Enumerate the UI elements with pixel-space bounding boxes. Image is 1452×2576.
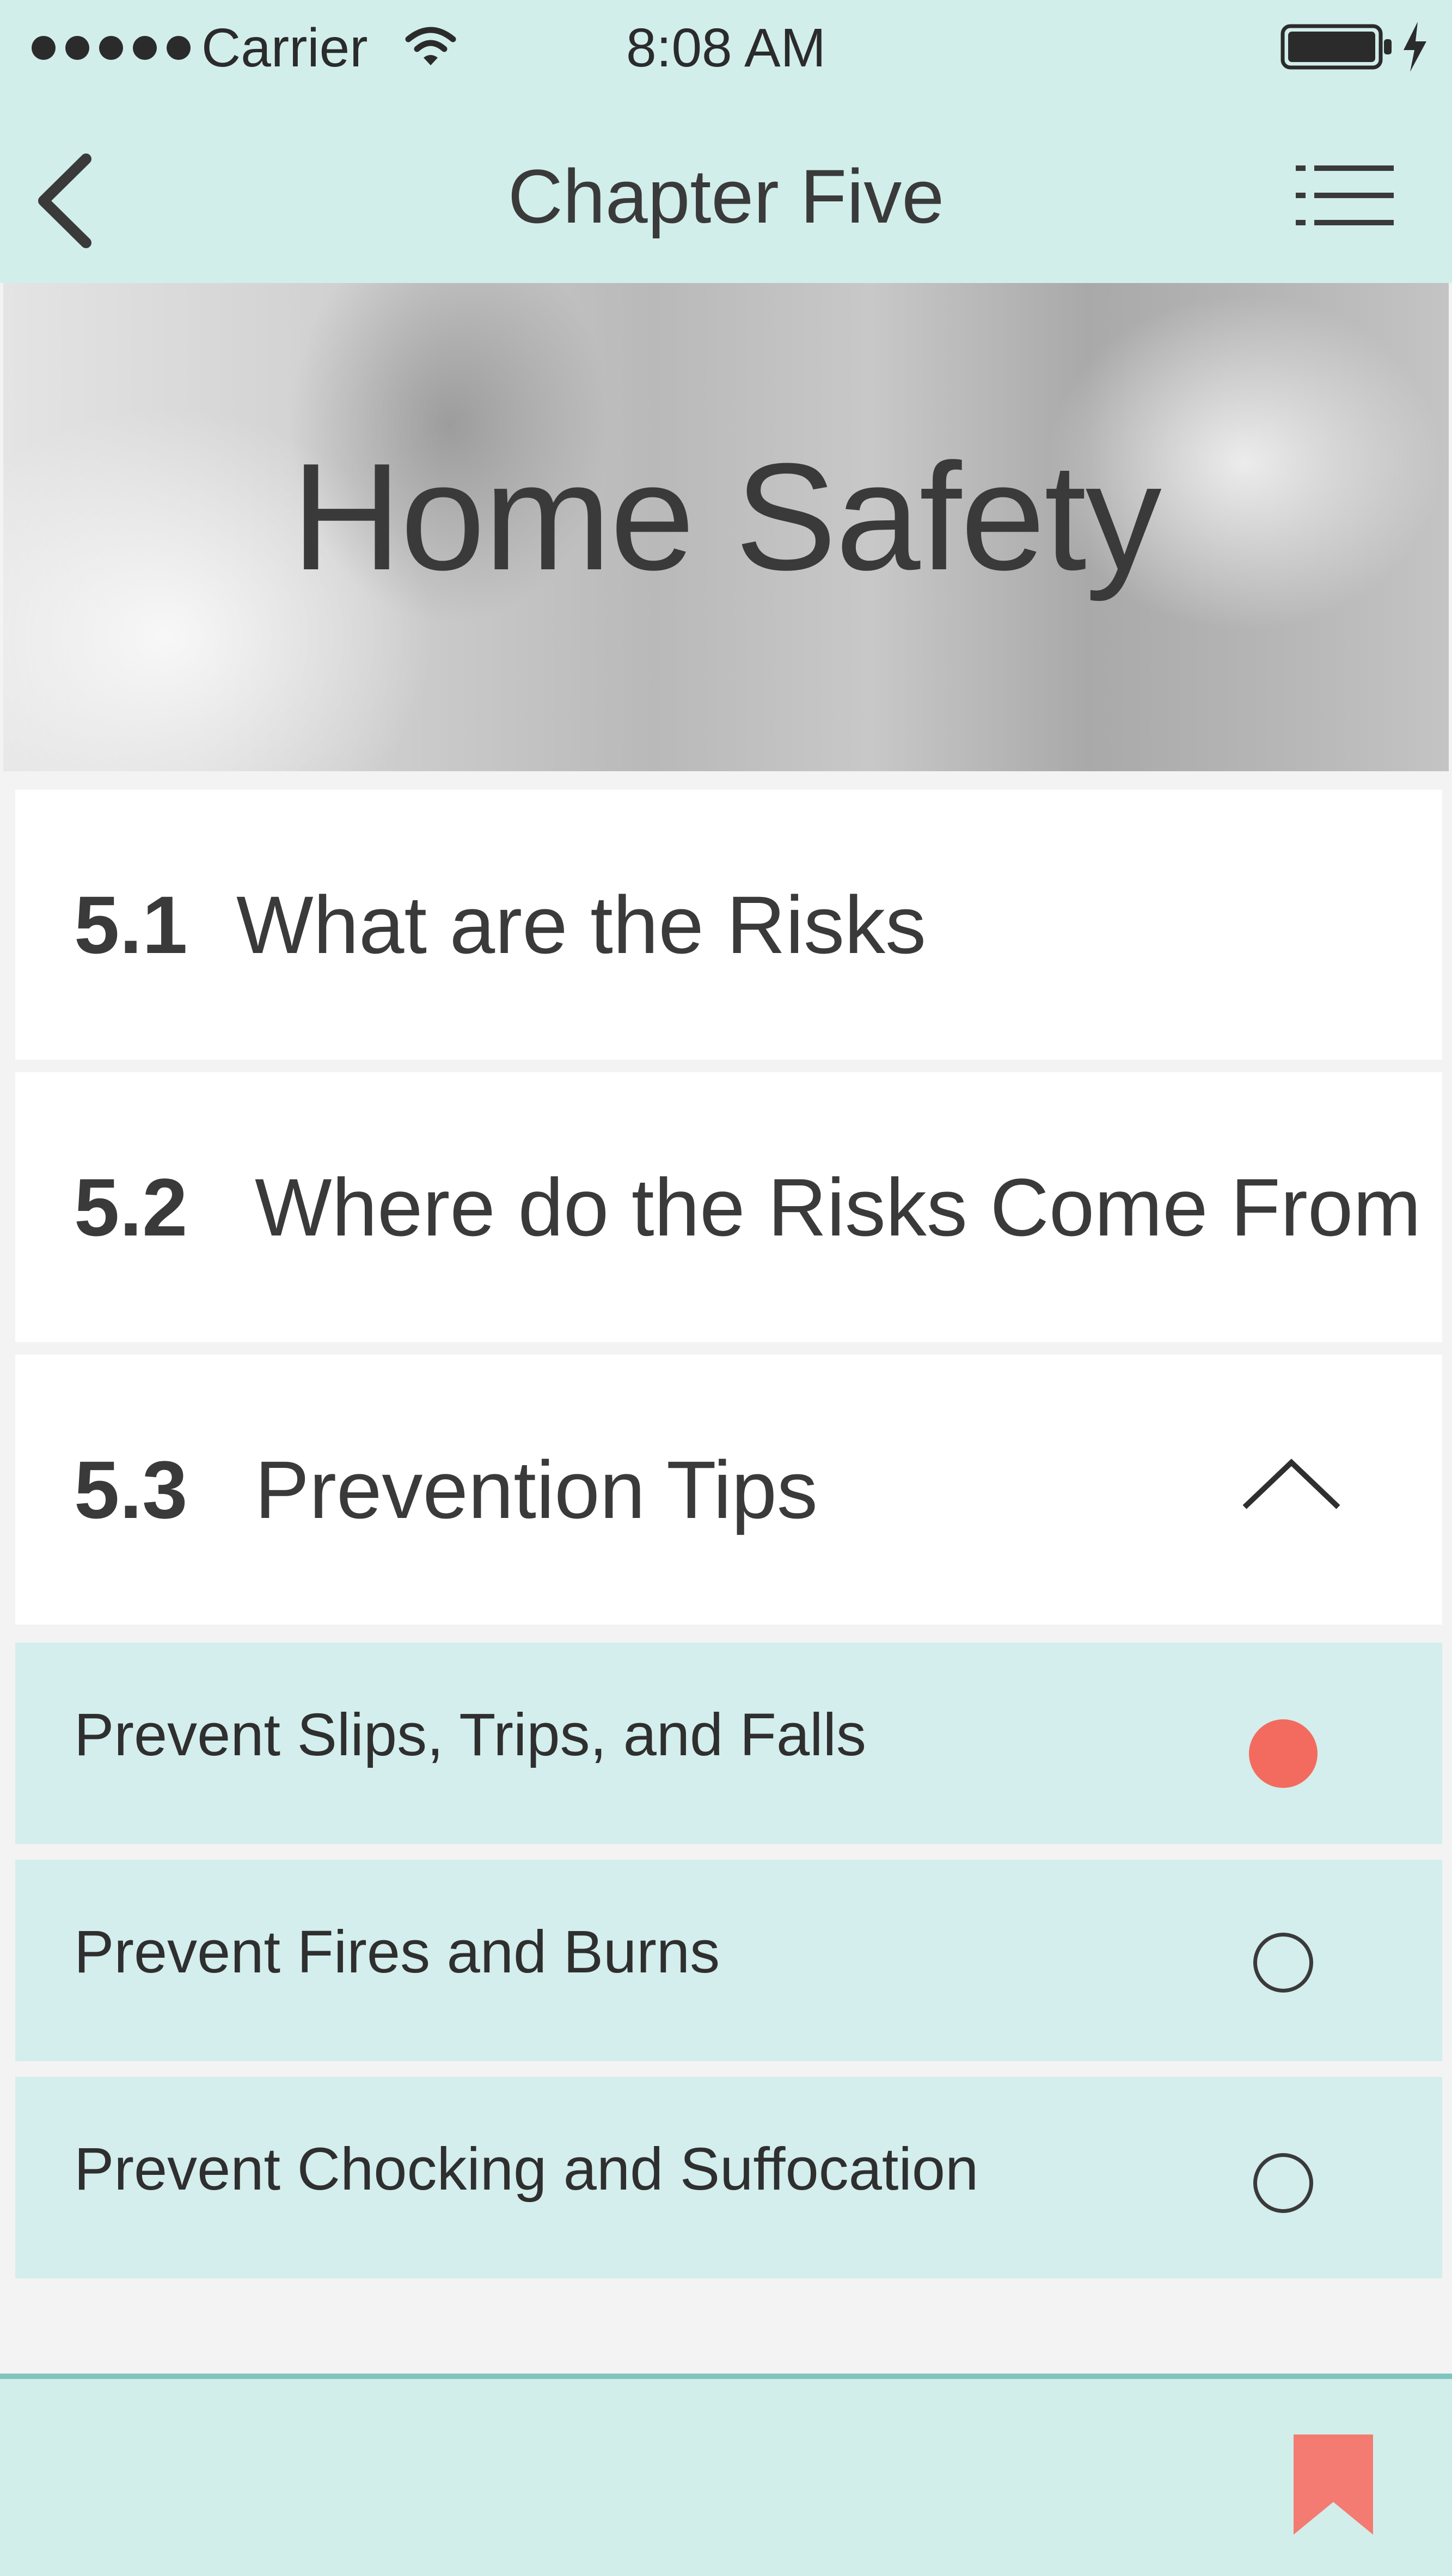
section-row-5-3[interactable]: 5.3 Prevention Tips	[15, 1355, 1442, 1625]
section-title: What are the Risks	[236, 879, 927, 970]
section-number: 5.3	[74, 1444, 188, 1535]
subsection-item[interactable]: Prevent Chocking and Suffocation	[15, 2077, 1442, 2278]
progress-dot-active-icon	[1249, 1719, 1318, 1788]
section-row-5-2[interactable]: 5.2 Where do the Risks Come From	[15, 1072, 1442, 1342]
clock: 8:08 AM	[626, 17, 826, 78]
subsection-item[interactable]: Prevent Slips, Trips, and Falls	[15, 1643, 1442, 1844]
chevron-up-icon[interactable]	[1237, 1455, 1346, 1515]
progress-dot-icon	[1253, 1933, 1313, 1993]
chapter-title: Home Safety	[291, 432, 1161, 602]
charging-icon	[1404, 22, 1426, 72]
bottom-toolbar	[0, 2374, 1452, 2576]
progress-dot-icon	[1253, 2153, 1313, 2213]
list-menu-icon[interactable]	[1296, 163, 1394, 228]
header-bar: Carrier 8:08 AM Chapter Five	[0, 0, 1452, 283]
section-number: 5.2	[74, 1161, 188, 1253]
section-number: 5.1	[74, 879, 188, 970]
battery-icon	[1281, 24, 1392, 70]
subsection-label: Prevent Slips, Trips, and Falls	[74, 1701, 867, 1768]
nav-title: Chapter Five	[507, 153, 945, 239]
section-row-5-1[interactable]: 5.1 What are the Risks	[15, 790, 1442, 1060]
subsection-label: Prevent Chocking and Suffocation	[74, 2136, 979, 2203]
section-title: Where do the Risks Come From	[255, 1161, 1422, 1253]
section-title: Prevention Tips	[255, 1444, 818, 1535]
bookmark-icon[interactable]	[1294, 2434, 1373, 2535]
subsection-label: Prevent Fires and Burns	[74, 1919, 720, 1985]
subsection-item[interactable]: Prevent Fires and Burns	[15, 1860, 1442, 2061]
hero-banner: Home Safety	[3, 283, 1449, 771]
